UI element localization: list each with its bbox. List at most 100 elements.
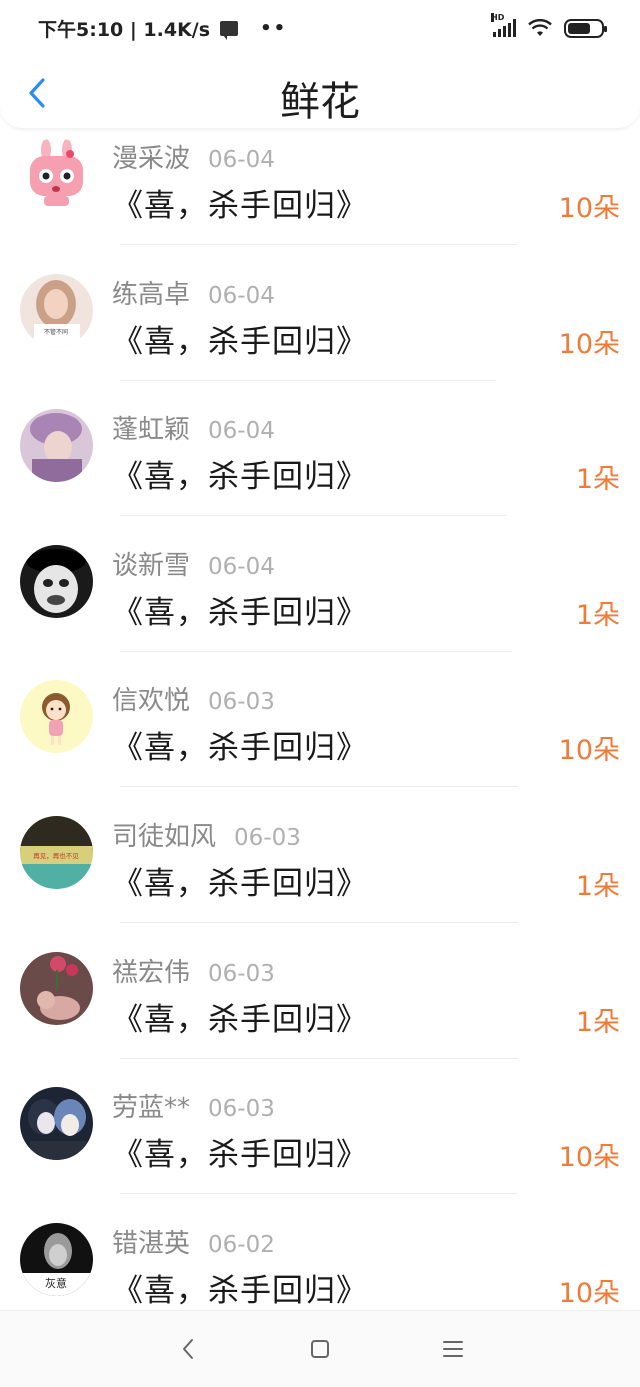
flower-count: 10朵: [558, 735, 620, 767]
status-bar: 下午5:10 | 1.4K/s •• HD: [0, 0, 640, 56]
item-message: 《喜，杀手回归》: [112, 594, 368, 631]
anime-boys-avatar: [20, 1087, 93, 1161]
divider: [120, 515, 506, 517]
list-item[interactable]: 谈新雪 06-04 《喜，杀手回归》 1朵: [0, 535, 640, 671]
item-message: 《喜，杀手回归》: [112, 865, 368, 902]
sender-name[interactable]: 漫采波: [112, 138, 190, 175]
flower-record-list: 漫采波 06-04 《喜，杀手回归》 10朵 不管不同 练高卓 06-04 《喜…: [0, 128, 640, 1310]
avatar-portrait-text: 灰意: [45, 1276, 67, 1290]
sender-name[interactable]: 禚宏伟: [112, 952, 190, 989]
item-header: 信欢悦 06-03: [112, 680, 275, 717]
battery-icon: [564, 18, 607, 38]
status-left: 下午5:10 | 1.4K/s ••: [38, 15, 287, 42]
nav-back-icon: [183, 1339, 193, 1359]
list-item[interactable]: 灰意 错湛英 06-02 《喜，杀手回归》 10朵: [0, 1213, 640, 1310]
item-header: 禚宏伟 06-03: [112, 952, 275, 989]
avatar[interactable]: 不管不同: [20, 273, 93, 347]
item-message: 《喜，杀手回归》: [112, 1137, 368, 1174]
signal-icon: HD: [491, 13, 516, 37]
flowers-cat-avatar: [20, 951, 93, 1025]
item-header: 劳蓝** 06-03: [112, 1087, 275, 1124]
item-message: 《喜，杀手回归》: [112, 323, 368, 360]
avatar-sunset-text: 再见，再也不见: [33, 851, 79, 860]
divider: [120, 1057, 518, 1059]
flower-count: 1朵: [575, 1006, 620, 1038]
avatar[interactable]: [20, 951, 93, 1025]
item-message: 《喜，杀手回归》: [112, 1272, 368, 1309]
item-date: 06-02: [208, 1231, 275, 1258]
item-date: 06-03: [208, 689, 275, 716]
avatar[interactable]: [20, 409, 93, 483]
divider: [120, 650, 512, 652]
item-message: 《喜，杀手回归》: [112, 730, 368, 767]
item-header: 练高卓 06-04: [112, 274, 275, 311]
flower-count: 10朵: [558, 328, 620, 360]
nav-menu-icon: [443, 1341, 463, 1357]
sender-name[interactable]: 练高卓: [112, 274, 190, 311]
sender-name[interactable]: 蓬虹颖: [112, 409, 190, 446]
nav-back-button[interactable]: [173, 1335, 203, 1363]
item-message: 《喜，杀手回归》: [112, 188, 368, 224]
status-right: HD: [491, 13, 607, 38]
clown-avatar: [20, 544, 93, 618]
more-notifications-icon: ••: [260, 17, 288, 39]
divider: [120, 786, 518, 788]
avatar[interactable]: [20, 544, 93, 618]
item-date: 06-03: [208, 1096, 275, 1123]
flower-count: 10朵: [558, 193, 620, 224]
dark-portrait-avatar: 灰意: [20, 1222, 93, 1296]
item-header: 司徒如风 06-03: [112, 816, 301, 853]
item-header: 错湛英 06-02: [112, 1223, 275, 1260]
sender-name[interactable]: 错湛英: [112, 1223, 190, 1260]
avatar[interactable]: 再见，再也不见: [20, 815, 93, 889]
item-header: 谈新雪 06-04: [112, 545, 275, 582]
status-time-speed: 下午5:10 | 1.4K/s: [38, 18, 211, 41]
list-item[interactable]: 劳蓝** 06-03 《喜，杀手回归》 10朵: [0, 1077, 640, 1213]
girl-photo-avatar: 不管不同: [20, 273, 93, 347]
flower-count: 1朵: [575, 464, 620, 496]
cartoon-rabbit-avatar: [20, 138, 93, 211]
divider: [120, 379, 496, 381]
item-header: 蓬虹颖 06-04: [112, 409, 275, 446]
list-item[interactable]: 再见，再也不见 司徒如风 06-03 《喜，杀手回归》 1朵: [0, 806, 640, 942]
item-date: 06-04: [208, 418, 275, 445]
message-notification-icon: [220, 20, 239, 40]
item-date: 06-03: [208, 960, 275, 987]
app-header: 鲜花: [0, 56, 640, 128]
item-date: 06-04: [208, 282, 275, 309]
page-title: 鲜花: [280, 79, 360, 125]
system-navigation-bar: [0, 1310, 640, 1387]
sender-name[interactable]: 司徒如风: [112, 816, 216, 853]
item-message: 《喜，杀手回归》: [112, 1001, 368, 1038]
divider: [120, 1193, 518, 1195]
sender-name[interactable]: 劳蓝**: [112, 1087, 190, 1124]
avatar[interactable]: [20, 1087, 93, 1161]
list-item[interactable]: 禚宏伟 06-03 《喜，杀手回归》 1朵: [0, 942, 640, 1078]
divider: [120, 921, 518, 923]
nav-menu-button[interactable]: [438, 1335, 468, 1363]
avatar-shirt-text: 不管不同: [44, 328, 68, 336]
divider: [120, 244, 518, 245]
list-item[interactable]: 蓬虹颖 06-04 《喜，杀手回归》 1朵: [0, 399, 640, 535]
nav-home-button[interactable]: [305, 1335, 335, 1363]
list-item[interactable]: 漫采波 06-04 《喜，杀手回归》 10朵: [0, 128, 640, 264]
nav-home-icon: [311, 1340, 329, 1358]
avatar[interactable]: 灰意: [20, 1222, 93, 1296]
flower-count: 1朵: [575, 870, 620, 902]
item-date: 06-04: [208, 147, 275, 173]
item-date: 06-03: [234, 824, 301, 851]
item-header: 漫采波 06-04: [112, 138, 275, 175]
sender-name[interactable]: 信欢悦: [112, 680, 190, 717]
list-item[interactable]: 不管不同 练高卓 06-04 《喜，杀手回归》 10朵: [0, 264, 640, 400]
girl-purple-hat-avatar: [20, 409, 93, 483]
flower-count: 1朵: [575, 599, 620, 631]
wifi-icon: [528, 19, 552, 36]
list-item[interactable]: 信欢悦 06-03 《喜，杀手回归》 10朵: [0, 670, 640, 806]
avatar[interactable]: [20, 680, 93, 754]
sunset-avatar: 再见，再也不见: [20, 815, 93, 889]
item-message: 《喜，杀手回归》: [112, 459, 368, 496]
avatar[interactable]: [20, 138, 93, 211]
sender-name[interactable]: 谈新雪: [112, 545, 190, 582]
item-date: 06-04: [208, 553, 275, 580]
cartoon-girl-avatar: [20, 680, 93, 754]
